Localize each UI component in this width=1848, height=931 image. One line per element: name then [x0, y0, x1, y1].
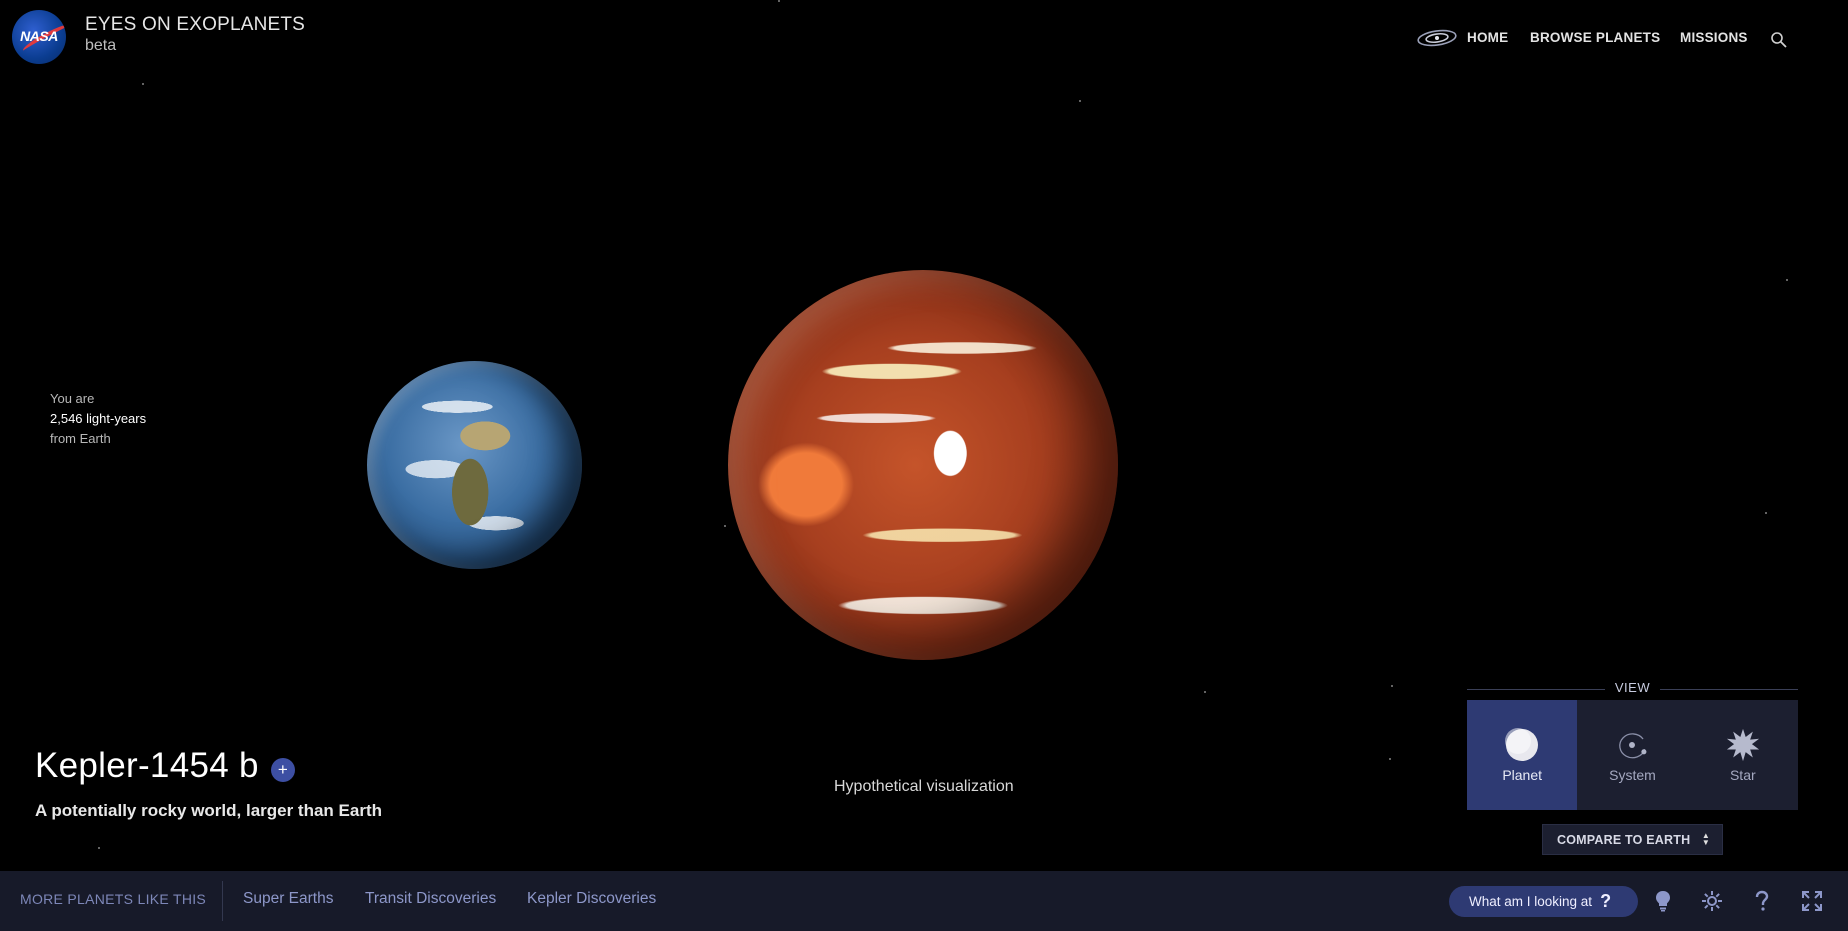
header: NASA EYES ON EXOPLANETS beta HOME BROWSE… — [0, 0, 1848, 80]
planet-name: Kepler-1454 b — [35, 746, 259, 785]
earth-globe[interactable] — [367, 361, 582, 569]
view-option-label: System — [1609, 767, 1656, 783]
divider — [222, 881, 223, 921]
view-label-row: VIEW — [1467, 680, 1798, 698]
distance-line-1: You are — [50, 391, 95, 406]
nasa-logo-text: NASA — [20, 28, 58, 44]
distance-readout: You are 2,546 light-years from Earth — [50, 389, 146, 449]
app-title[interactable]: EYES ON EXOPLANETS — [85, 14, 305, 36]
bottom-bar: MORE PLANETS LIKE THIS Super Earths Tran… — [0, 871, 1848, 931]
planet-icon — [1505, 728, 1539, 762]
view-option-star[interactable]: Star — [1688, 700, 1798, 810]
nav-missions[interactable]: MISSIONS — [1680, 30, 1748, 45]
view-option-label: Star — [1729, 767, 1756, 783]
view-option-system[interactable]: System — [1577, 700, 1687, 810]
planet-tagline: A potentially rocky world, larger than E… — [35, 801, 382, 820]
nav-browse-planets[interactable]: BROWSE PLANETS — [1530, 30, 1660, 45]
exoplanet-globe[interactable] — [728, 270, 1118, 660]
visualization-note: Hypothetical visualization — [834, 778, 1014, 795]
what-label: What am I looking at — [1469, 894, 1593, 909]
planet-title-row: Kepler-1454 b + — [35, 746, 295, 786]
search-icon[interactable] — [1770, 31, 1788, 49]
fullscreen-icon[interactable] — [1799, 888, 1825, 914]
distance-line-3: from Earth — [50, 431, 111, 446]
add-planet-button[interactable]: + — [270, 758, 295, 782]
nasa-logo[interactable]: NASA — [12, 10, 66, 64]
view-label: VIEW — [1614, 680, 1651, 695]
view-option-label: Planet — [1502, 767, 1543, 783]
view-option-planet[interactable]: Planet — [1467, 700, 1578, 810]
category-super-earths[interactable]: Super Earths — [243, 890, 333, 908]
category-transit-discoveries[interactable]: Transit Discoveries — [365, 890, 496, 908]
lightbulb-icon[interactable] — [1650, 888, 1676, 914]
system-icon — [1615, 728, 1649, 762]
star-icon — [1726, 728, 1760, 762]
nav-home[interactable]: HOME — [1467, 30, 1508, 45]
view-selector: Planet System Star — [1467, 700, 1798, 810]
help-icon[interactable] — [1749, 888, 1775, 914]
gear-icon[interactable] — [1699, 888, 1725, 914]
compare-label: COMPARE TO EARTH — [1557, 832, 1691, 847]
category-kepler-discoveries[interactable]: Kepler Discoveries — [527, 890, 656, 908]
updown-arrows-icon: ▲ ▼ — [1701, 831, 1710, 847]
compare-to-earth-select[interactable]: COMPARE TO EARTH ▲ ▼ — [1542, 824, 1723, 855]
galaxy-icon[interactable] — [1416, 29, 1458, 47]
app-subtitle: beta — [85, 37, 117, 54]
question-icon: ? — [1600, 891, 1612, 911]
distance-value: 2,546 light-years — [50, 411, 147, 426]
more-planets-label: MORE PLANETS LIKE THIS — [20, 891, 207, 907]
what-am-i-looking-at-button[interactable]: What am I looking at ? — [1449, 886, 1638, 917]
